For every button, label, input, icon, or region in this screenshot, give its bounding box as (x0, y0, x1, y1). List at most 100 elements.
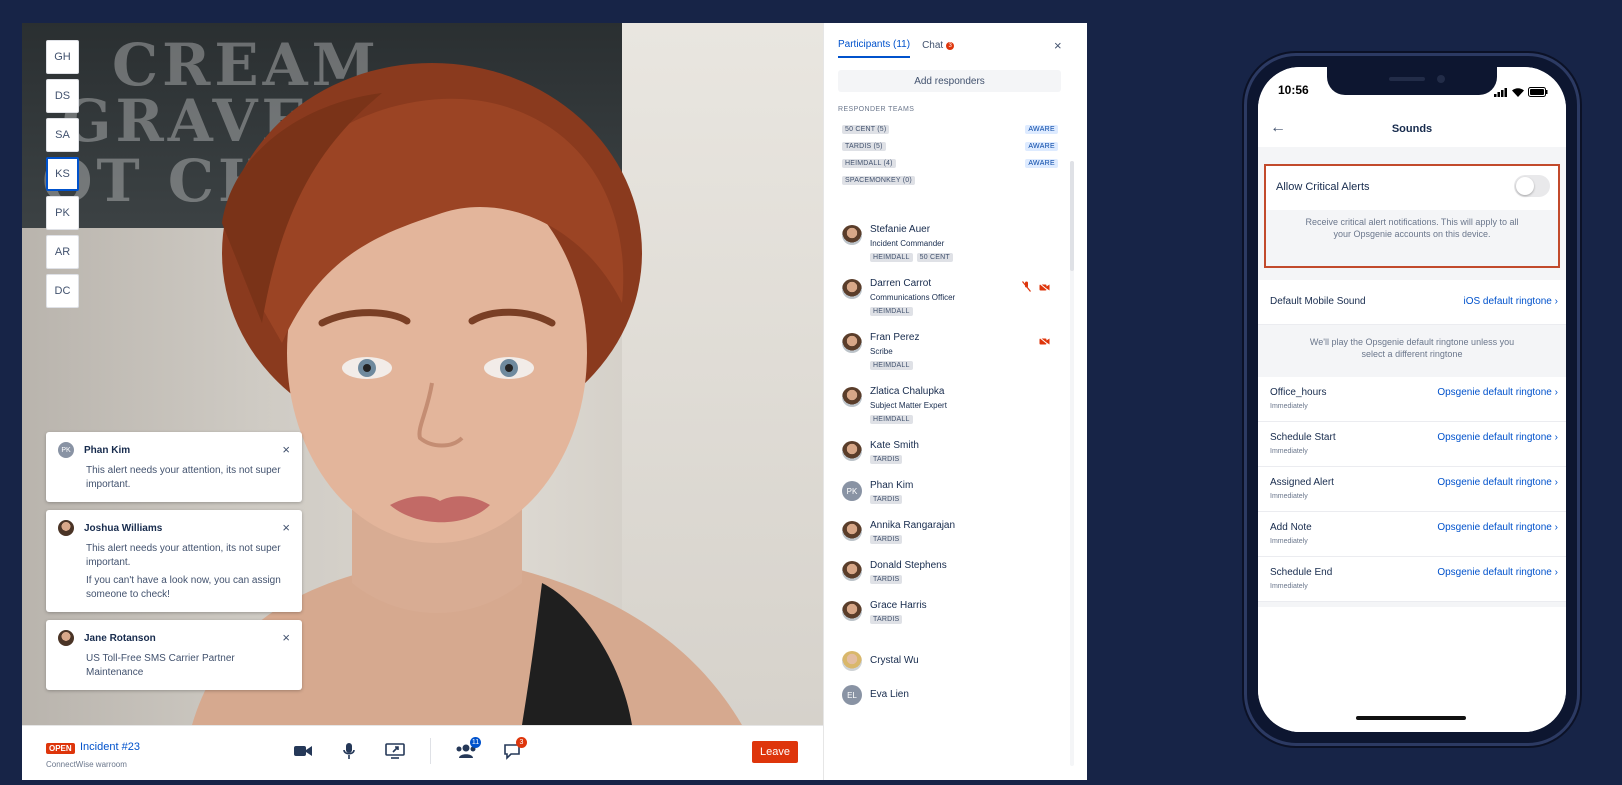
list-item: 50 CENT (5) AWARE (842, 121, 1058, 138)
close-icon[interactable]: × (1054, 38, 1062, 53)
sound-setting-row[interactable]: Office_hours Immediately Opsgenie defaul… (1258, 377, 1566, 422)
signal-icon (1494, 84, 1508, 102)
screen-share-icon[interactable] (384, 740, 406, 762)
team-lozenge: TARDIS (870, 455, 903, 464)
notification-card[interactable]: PK Phan Kim This alert needs your attent… (46, 432, 302, 502)
participants-panel: Participants (11) Chat 3 × Add responder… (823, 23, 1087, 780)
participant-row[interactable]: Zlatica Chalupka Subject Matter Expert H… (842, 385, 1058, 439)
setting-sub: Immediately (1270, 538, 1308, 545)
avatar (58, 630, 74, 646)
close-icon[interactable]: × (282, 442, 290, 457)
avatar: PK (842, 481, 862, 501)
sound-setting-row[interactable]: Schedule Start Immediately Opsgenie defa… (1258, 422, 1566, 467)
home-indicator[interactable] (1356, 716, 1466, 720)
aware-badge: AWARE (1025, 125, 1058, 134)
chat-icon[interactable]: 3 (501, 737, 527, 762)
participant-row[interactable]: Annika Rangarajan TARDIS (842, 519, 1058, 559)
participant-name: Fran Perez (870, 332, 920, 343)
default-sound-help: We'll play the Opsgenie default ringtone… (1309, 337, 1515, 359)
nav-bar: ← Sounds (1258, 111, 1566, 147)
participants-icon[interactable]: 11 (455, 737, 481, 762)
avatar-tile[interactable]: AR (46, 235, 79, 269)
participant-list: Stefanie Auer Incident Commander HEIMDAL… (842, 223, 1058, 711)
setting-label: Schedule End (1270, 567, 1333, 578)
participant-row[interactable]: Donald Stephens TARDIS (842, 559, 1058, 599)
setting-value: Opsgenie default ringtone › (1437, 477, 1558, 488)
notification-card[interactable]: Joshua Williams This alert needs your at… (46, 510, 302, 612)
participant-row[interactable]: Crystal Wu (842, 643, 1058, 677)
aware-badge: AWARE (1025, 142, 1058, 151)
notification-sender: Phan Kim (84, 444, 131, 456)
participant-row[interactable]: EL Eva Lien (842, 677, 1058, 711)
participant-name: Annika Rangarajan (870, 520, 956, 531)
divider (430, 738, 431, 764)
team-lozenge: TARDIS (5) (842, 142, 886, 151)
sound-setting-row[interactable]: Add Note Immediately Opsgenie default ri… (1258, 512, 1566, 557)
critical-alerts-label: Allow Critical Alerts (1276, 181, 1370, 193)
close-icon[interactable]: × (282, 520, 290, 535)
add-responders-button[interactable]: Add responders (838, 70, 1061, 92)
participant-row[interactable]: Kate Smith TARDIS (842, 439, 1058, 479)
setting-value: Opsgenie default ringtone › (1437, 387, 1558, 398)
setting-value: iOS default ringtone › (1463, 296, 1558, 307)
participant-name: Phan Kim (870, 480, 914, 491)
scrollbar[interactable] (1070, 161, 1074, 766)
avatar (842, 521, 862, 541)
camera-off-icon (1038, 333, 1051, 351)
participant-row[interactable]: Stefanie Auer Incident Commander HEIMDAL… (842, 223, 1058, 277)
setting-sub: Immediately (1270, 493, 1308, 500)
responder-teams-heading: RESPONDER TEAMS (838, 106, 915, 113)
avatar: PK (58, 442, 74, 458)
chevron-right-icon: › (1554, 432, 1558, 443)
avatar-tile[interactable]: GH (46, 40, 79, 74)
phone-notch (1327, 67, 1497, 95)
default-sound-row[interactable]: Default Mobile Sound iOS default rington… (1258, 280, 1566, 325)
setting-label: Office_hours (1270, 387, 1327, 398)
incident-link[interactable]: Incident #23 (80, 741, 140, 753)
phone-frame: 10:56 ← Sounds Allow Critical Alerts Rec… (1244, 53, 1580, 746)
chevron-right-icon: › (1554, 477, 1558, 488)
video-camera-icon[interactable] (292, 740, 314, 762)
setting-value: Opsgenie default ringtone › (1437, 567, 1558, 578)
scrollbar-thumb[interactable] (1070, 161, 1074, 271)
participant-row[interactable]: Fran Perez Scribe HEIMDALL (842, 331, 1058, 385)
notification-stack: PK Phan Kim This alert needs your attent… (46, 432, 302, 690)
avatar-tile[interactable]: PK (46, 196, 79, 230)
tab-chat[interactable]: Chat 3 (922, 39, 955, 58)
team-lozenge: HEIMDALL (4) (842, 159, 896, 168)
participant-row[interactable]: Grace Harris TARDIS (842, 599, 1058, 643)
team-lozenge: TARDIS (870, 575, 903, 584)
team-lozenge: HEIMDALL (870, 361, 913, 370)
avatar-tile[interactable]: SA (46, 118, 79, 152)
team-lozenge: HEIMDALL (870, 415, 913, 424)
tab-participants[interactable]: Participants (11) (838, 39, 911, 58)
participant-name: Crystal Wu (870, 654, 919, 666)
participant-role: Incident Commander (870, 239, 945, 248)
critical-alerts-toggle[interactable] (1514, 175, 1550, 197)
notification-sender: Jane Rotanson (84, 632, 156, 644)
sound-setting-row[interactable]: Schedule End Immediately Opsgenie defaul… (1258, 557, 1566, 602)
leave-button[interactable]: Leave (752, 741, 798, 763)
participant-name: Zlatica Chalupka (870, 386, 945, 397)
participant-avatar-strip: GH DS SA KS PK AR DC (46, 40, 79, 308)
participant-name: Grace Harris (870, 600, 927, 611)
avatar-tile[interactable]: DS (46, 79, 79, 113)
notification-message: US Toll-Free SMS Carrier Partner Mainten… (86, 653, 235, 678)
participant-row[interactable]: Darren Carrot Communications Officer HEI… (842, 277, 1058, 331)
setting-value: Opsgenie default ringtone › (1437, 432, 1558, 443)
participant-role: Scribe (870, 347, 893, 356)
avatar-tile-active[interactable]: KS (46, 157, 79, 191)
notification-card[interactable]: Jane Rotanson US Toll-Free SMS Carrier P… (46, 620, 302, 690)
list-item: SPACEMONKEY (0) (842, 172, 1058, 189)
avatar-tile[interactable]: DC (46, 274, 79, 308)
setting-label: Assigned Alert (1270, 477, 1334, 488)
conference-window: CREAM GRAVE OT CH GH DS SA KS PK AR DC P… (22, 23, 1087, 780)
chevron-right-icon: › (1554, 387, 1558, 398)
microphone-icon[interactable] (338, 740, 360, 762)
participant-row[interactable]: PK Phan Kim TARDIS (842, 479, 1058, 519)
tab-chat-label: Chat (922, 40, 944, 51)
close-icon[interactable]: × (282, 630, 290, 645)
avatar (842, 333, 862, 353)
sound-setting-row[interactable]: Assigned Alert Immediately Opsgenie defa… (1258, 467, 1566, 512)
list-item: HEIMDALL (4) AWARE (842, 155, 1058, 172)
